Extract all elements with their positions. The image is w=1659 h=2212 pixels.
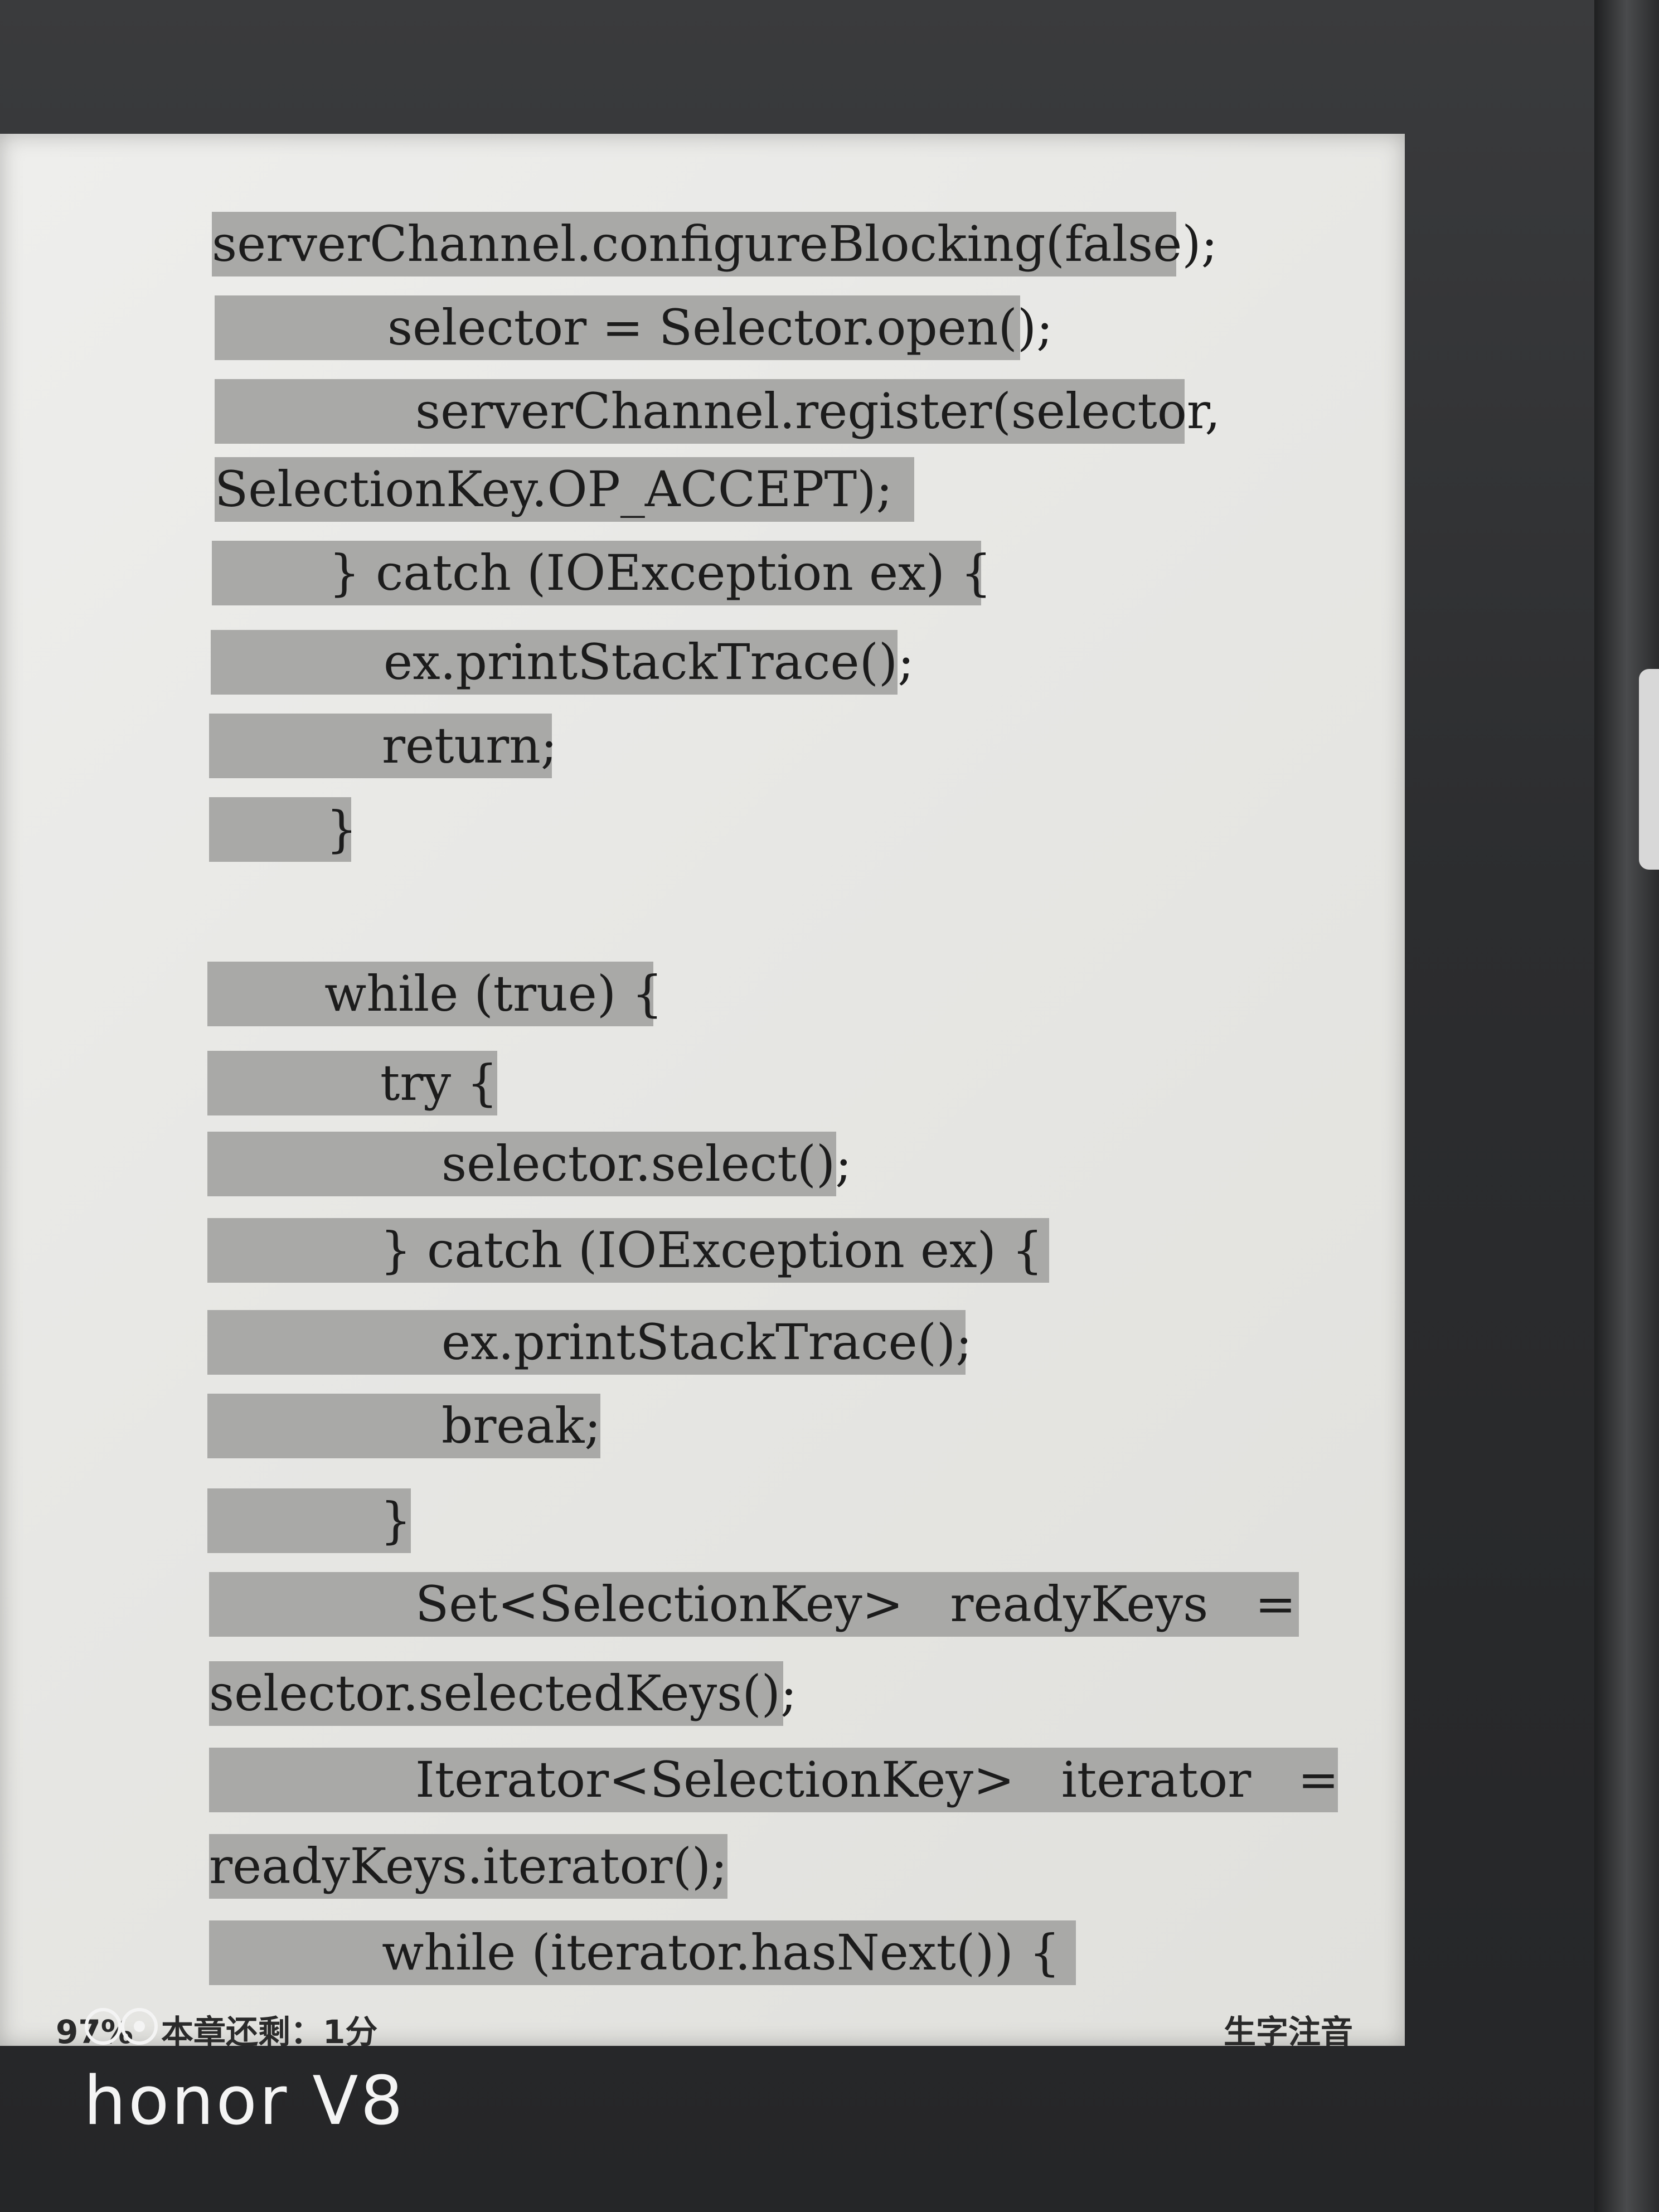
code-text: while (iterator.hasNext()) { bbox=[382, 1924, 1060, 1981]
code-text: serverChannel.configureBlocking(false); bbox=[212, 215, 1218, 273]
code-text: selector.select(); bbox=[442, 1135, 852, 1192]
code-line: ex.printStackTrace(); bbox=[207, 1310, 972, 1375]
side-reflection bbox=[1639, 669, 1659, 870]
code-text: Iterator<SelectionKey> iterator = bbox=[415, 1751, 1339, 1808]
code-text: SelectionKey.OP_ACCEPT); bbox=[215, 460, 893, 518]
device-side-edge bbox=[1594, 0, 1659, 2212]
code-line: selector = Selector.open(); bbox=[215, 295, 1053, 360]
code-text: } bbox=[380, 1492, 411, 1549]
eink-screen: serverChannel.configureBlocking(false); … bbox=[0, 134, 1405, 2046]
code-line: readyKeys.iterator(); bbox=[209, 1834, 727, 1899]
code-line: selector.select(); bbox=[207, 1132, 852, 1196]
code-line: } catch (IOException ex) { bbox=[207, 1218, 1049, 1283]
camera-logo-icon bbox=[85, 2008, 158, 2045]
code-line: serverChannel.register(selector, bbox=[215, 379, 1220, 444]
camera-watermark: honor V8 bbox=[84, 2063, 405, 2140]
code-line: } catch (IOException ex) { bbox=[212, 541, 992, 605]
code-text: readyKeys.iterator(); bbox=[209, 1837, 727, 1895]
code-line: Iterator<SelectionKey> iterator = bbox=[209, 1748, 1339, 1812]
code-line: selector.selectedKeys(); bbox=[209, 1661, 797, 1726]
code-text: while (true) { bbox=[324, 965, 663, 1022]
code-line: SelectionKey.OP_ACCEPT); bbox=[215, 457, 914, 522]
code-text: selector.selectedKeys(); bbox=[209, 1665, 797, 1722]
code-text: Set<SelectionKey> readyKeys = bbox=[415, 1575, 1296, 1633]
code-text: break; bbox=[442, 1397, 601, 1454]
code-text: return; bbox=[382, 717, 557, 774]
code-line: ex.printStackTrace(); bbox=[211, 630, 914, 695]
code-text: } bbox=[326, 801, 357, 858]
code-line: return; bbox=[209, 714, 557, 778]
phonetic-button-label: 生字注音 bbox=[1224, 2013, 1354, 2046]
code-line: Set<SelectionKey> readyKeys = bbox=[209, 1572, 1299, 1637]
code-text: ex.printStackTrace(); bbox=[442, 1313, 972, 1371]
code-text: serverChannel.register(selector, bbox=[415, 382, 1221, 440]
code-line: } bbox=[209, 797, 357, 862]
code-text: try { bbox=[380, 1054, 498, 1112]
code-line: try { bbox=[207, 1051, 498, 1115]
code-text: selector = Selector.open(); bbox=[387, 299, 1053, 356]
code-text: } catch (IOException ex) { bbox=[380, 1221, 1043, 1279]
code-text: } catch (IOException ex) { bbox=[329, 544, 992, 601]
code-line: while (true) { bbox=[207, 962, 663, 1026]
code-text: ex.printStackTrace(); bbox=[384, 633, 914, 691]
code-line: break; bbox=[207, 1394, 601, 1458]
code-line: } bbox=[207, 1488, 411, 1553]
code-line: serverChannel.configureBlocking(false); bbox=[212, 212, 1217, 276]
code-line: while (iterator.hasNext()) { bbox=[209, 1920, 1076, 1985]
ereader-device: serverChannel.configureBlocking(false); … bbox=[0, 0, 1659, 2212]
phonetic-button[interactable]: 生字注音 bbox=[1224, 2010, 1353, 2046]
